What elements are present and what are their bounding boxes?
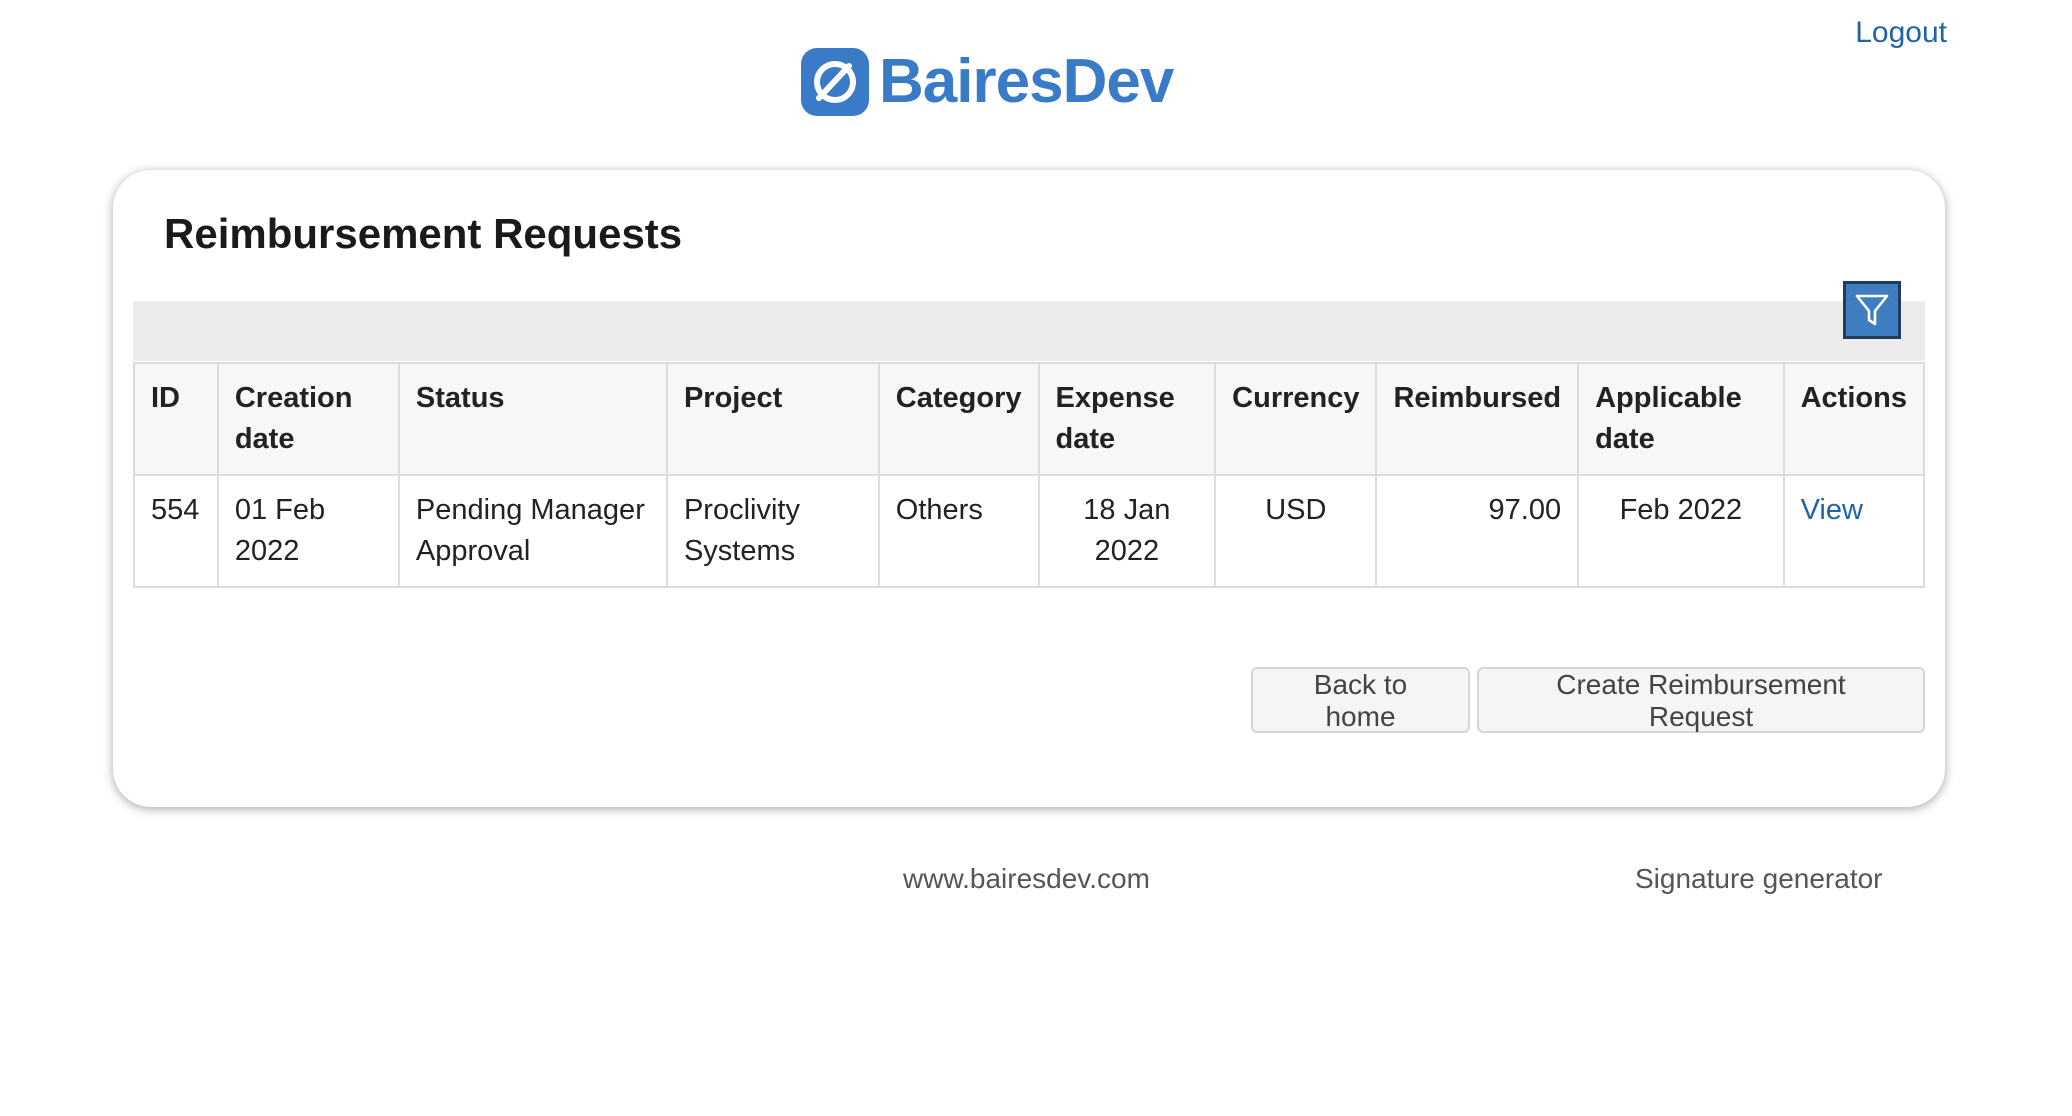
footer-site-link[interactable]: www.bairesdev.com — [903, 863, 1150, 895]
cell-category: Others — [877, 474, 1040, 588]
reimbursement-table: ID Creation date Status Project Category… — [133, 362, 1926, 588]
bairesdev-logo-icon — [801, 48, 869, 116]
column-header-expense-date[interactable]: Expense date — [1037, 362, 1217, 476]
column-header-applicable-date[interactable]: Applicable date — [1577, 362, 1785, 476]
filter-icon — [1855, 294, 1889, 326]
page: Logout BairesDev Reimbursement Requests — [0, 0, 2072, 1116]
table-toolbar — [133, 301, 1925, 361]
column-header-id[interactable]: ID — [133, 362, 219, 476]
column-header-currency[interactable]: Currency — [1214, 362, 1378, 476]
cell-reimbursed: 97.00 — [1375, 474, 1580, 588]
column-header-status[interactable]: Status — [397, 362, 668, 476]
cell-status: Pending Manager Approval — [397, 474, 668, 588]
cell-project: Proclivity Systems — [665, 474, 880, 588]
back-to-home-button[interactable]: Back to home — [1251, 667, 1470, 733]
create-reimbursement-request-button[interactable]: Create Reimbursement Request — [1477, 667, 1925, 733]
column-header-category[interactable]: Category — [877, 362, 1040, 476]
reimbursement-card: Reimbursement Requests ID Creation date … — [113, 170, 1945, 807]
page-title: Reimbursement Requests — [164, 210, 683, 257]
bairesdev-logo[interactable]: BairesDev — [799, 46, 1174, 118]
footer-signature-generator-link[interactable]: Signature generator — [1635, 863, 1883, 895]
column-header-creation-date[interactable]: Creation date — [216, 362, 400, 476]
column-header-project[interactable]: Project — [665, 362, 880, 476]
cell-currency: USD — [1214, 474, 1378, 588]
view-link[interactable]: View — [1801, 494, 1863, 526]
logout-link[interactable]: Logout — [1855, 16, 1947, 50]
cell-expense-date: 18 Jan 2022 — [1037, 474, 1217, 588]
cell-applicable-date: Feb 2022 — [1577, 474, 1785, 588]
cell-actions: View — [1782, 474, 1926, 588]
column-header-reimbursed[interactable]: Reimbursed — [1375, 362, 1580, 476]
cell-id: 554 — [133, 474, 219, 588]
column-header-actions: Actions — [1782, 362, 1926, 476]
table-header-row: ID Creation date Status Project Category… — [133, 362, 1926, 476]
table-row: 554 01 Feb 2022 Pending Manager Approval… — [133, 474, 1926, 588]
cell-creation-date: 01 Feb 2022 — [216, 474, 400, 588]
filter-button[interactable] — [1843, 281, 1901, 339]
logo-text: BairesDev — [879, 47, 1174, 116]
